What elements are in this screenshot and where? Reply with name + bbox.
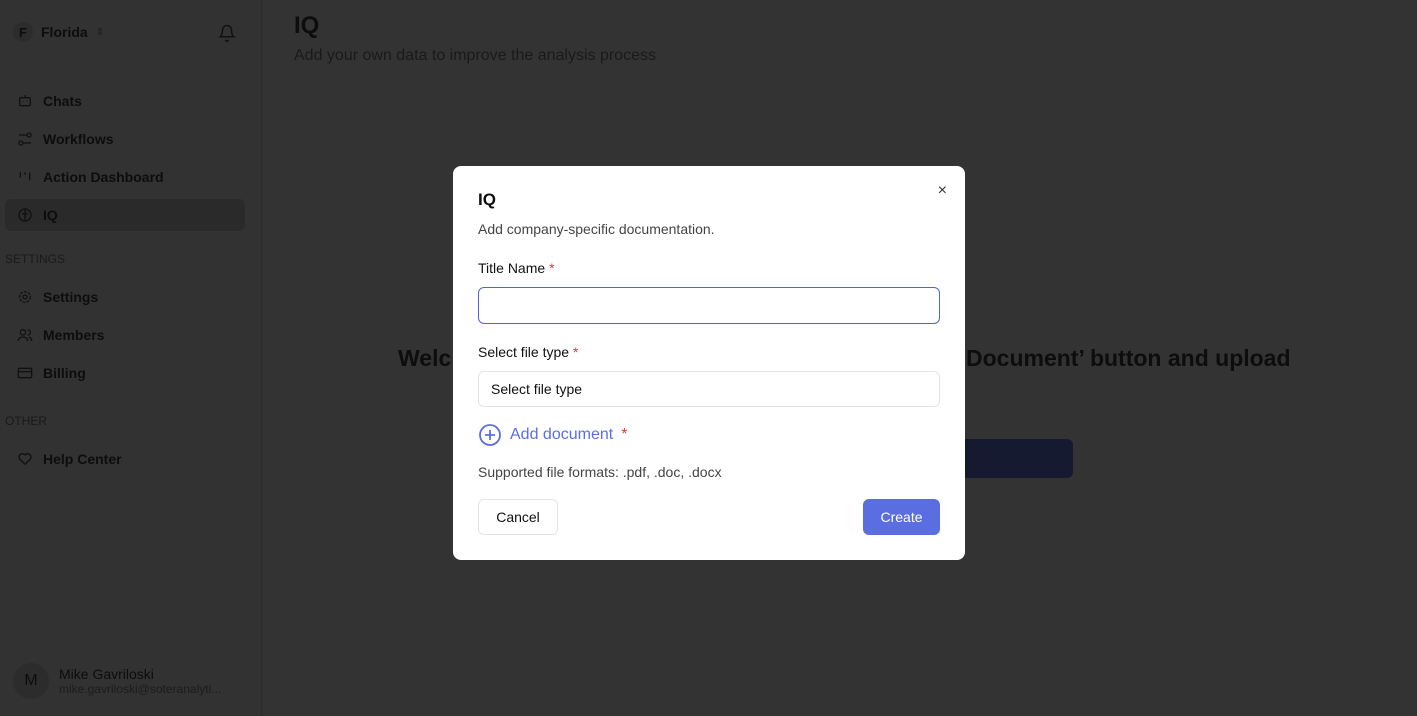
sidebar-item-label: Workflows xyxy=(43,131,114,147)
required-mark: * xyxy=(621,426,628,443)
org-avatar: F xyxy=(13,22,33,42)
add-document-button[interactable]: Add document * xyxy=(478,423,627,447)
dialog-title: IQ xyxy=(478,190,496,209)
credit-card-icon xyxy=(17,367,33,379)
user-profile[interactable]: M Mike Gavriloski mike.gavriloski@soteran… xyxy=(13,663,221,699)
file-type-select[interactable]: Select file type xyxy=(478,371,940,407)
cancel-button[interactable]: Cancel xyxy=(478,499,558,535)
welcome-text-left: Welc xyxy=(398,345,452,371)
iq-dialog: × IQ Add company-specific documentation.… xyxy=(453,166,965,560)
bot-icon xyxy=(19,95,31,107)
other-section-header: OTHER xyxy=(5,414,47,428)
page-subtitle: Add your own data to improve the analysi… xyxy=(294,47,656,64)
kanban-icon xyxy=(19,172,31,181)
required-mark: * xyxy=(572,344,579,360)
sidebar-item-iq[interactable]: IQ xyxy=(5,199,245,231)
page-title: IQ xyxy=(294,12,320,39)
org-switcher[interactable]: F Florida ⇕ xyxy=(13,22,104,42)
bell-icon[interactable] xyxy=(218,24,236,42)
avatar: M xyxy=(13,663,49,699)
heart-handshake-icon xyxy=(18,453,32,466)
settings-section-header: SETTINGS xyxy=(5,252,66,266)
user-email: mike.gavriloski@soteranalyti... xyxy=(59,682,222,696)
sidebar-item-chats[interactable]: Chats xyxy=(5,85,245,117)
sidebar-item-workflows[interactable]: Workflows xyxy=(5,123,245,155)
sidebar-item-action-dashboard[interactable]: Action Dashboard xyxy=(5,161,245,193)
sidebar-item-settings[interactable]: Settings xyxy=(5,281,245,313)
sidebar-item-label: IQ xyxy=(43,207,58,223)
sidebar-item-help-center[interactable]: Help Center xyxy=(5,443,245,475)
brain-icon xyxy=(18,208,32,222)
add-document-label: Add document xyxy=(510,426,614,443)
title-name-input[interactable] xyxy=(478,287,940,324)
sidebar-item-label: Action Dashboard xyxy=(43,169,164,185)
close-icon[interactable]: × xyxy=(938,182,947,200)
users-icon xyxy=(17,329,33,342)
sidebar-item-label: Settings xyxy=(43,289,99,305)
sidebar-item-members[interactable]: Members xyxy=(5,319,245,351)
dialog-subtitle: Add company-specific documentation. xyxy=(478,221,715,237)
chevrons-up-down-icon: ⇕ xyxy=(95,26,105,38)
gear-icon xyxy=(19,291,31,303)
title-name-label: Title Name * xyxy=(478,260,555,276)
plus-circle-icon xyxy=(479,424,501,446)
sidebar: F Florida ⇕ Chats Workflows Action Dashb… xyxy=(0,0,262,716)
sidebar-item-label: Chats xyxy=(43,93,82,109)
supported-formats: Supported file formats: .pdf, .doc, .doc… xyxy=(478,464,722,480)
sidebar-item-label: Billing xyxy=(43,365,86,381)
sidebar-item-label: Members xyxy=(43,327,105,343)
workflow-icon xyxy=(18,132,32,146)
sidebar-item-label: Help Center xyxy=(43,451,122,467)
required-mark: * xyxy=(549,260,555,276)
file-type-label: Select file type * xyxy=(478,344,578,360)
create-button[interactable]: Create xyxy=(863,499,940,535)
welcome-text-right: Document’ button and upload xyxy=(966,345,1291,371)
label-text: Title Name xyxy=(478,260,546,276)
sidebar-item-billing[interactable]: Billing xyxy=(5,357,245,389)
org-name: Florida xyxy=(41,24,88,40)
user-name: Mike Gavriloski xyxy=(59,666,154,682)
label-text: Select file type xyxy=(478,344,570,360)
